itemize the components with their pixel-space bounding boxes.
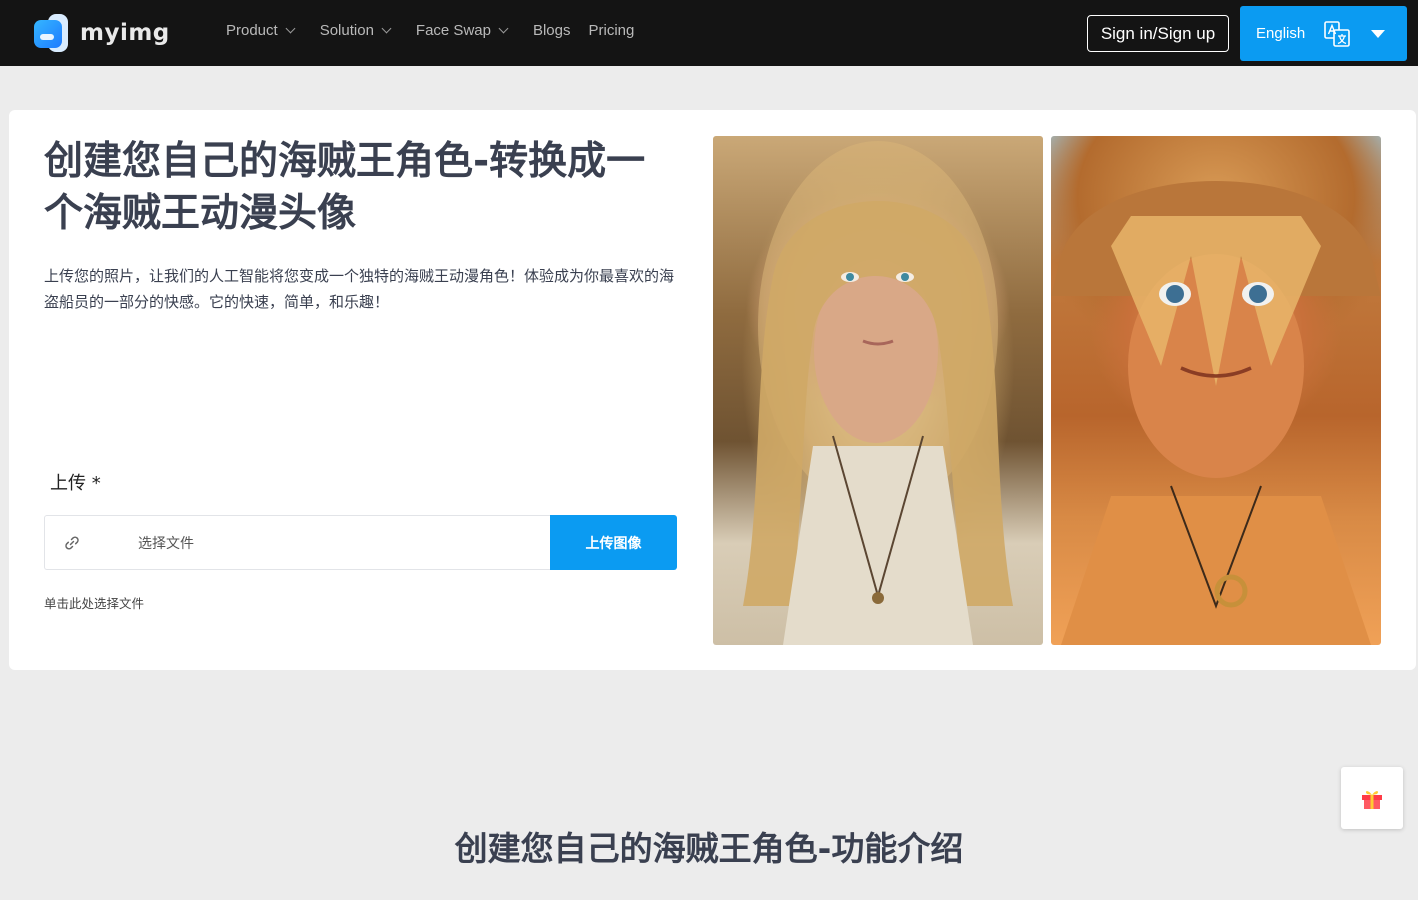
original-photo-illustration [743,141,1013,645]
logo-icon [34,14,70,52]
brand-name: myimg [80,20,170,46]
features-title: 创建您自己的海贼王角色-功能介绍 [454,829,964,868]
chevron-down-icon [381,23,392,34]
hero-description: 上传您的照片，让我们的人工智能将您变成一个独特的海贼王动漫角色！体验成为你最喜欢… [44,267,675,311]
anime-result-photo [1051,136,1381,645]
upload-hint: 单击此处选择文件 [44,596,145,611]
nav-label: Face Swap [415,22,491,39]
language-label: English [1256,25,1306,42]
brand-logo[interactable]: myimg [34,14,170,52]
upload-row: 选择文件 上传图像 [44,515,677,570]
chevron-down-icon [285,23,296,34]
nav-label: Blogs [532,22,571,39]
chevron-down-icon [498,23,509,34]
nav-item-face-swap[interactable]: Face Swap [415,22,509,39]
hero-title: 创建您自己的海贼王角色-转换成一个海贼王动漫头像 [44,139,646,236]
nav-item-blogs[interactable]: Blogs [533,22,571,39]
language-selector[interactable]: English [1240,6,1407,61]
translate-icon [1324,20,1351,47]
floating-gift-button[interactable] [1341,767,1403,829]
nav-item-pricing[interactable]: Pricing [589,22,635,39]
caret-down-icon [1371,29,1386,38]
gift-icon [1362,791,1382,809]
hero-card: 创建您自己的海贼王角色-转换成一个海贼王动漫头像 上传您的照片，让我们的人工智能… [9,110,1416,670]
upload-image-button[interactable]: 上传图像 [550,515,677,570]
nav-label: Pricing [588,22,635,39]
sign-in-button[interactable]: Sign in/Sign up [1087,15,1229,52]
top-navigation-bar: myimg Product Solution Face Swap Blogs P… [0,0,1418,66]
link-icon [65,535,79,550]
main-nav: Product Solution Face Swap Blogs Pricing [226,22,652,39]
file-placeholder: 选择文件 [138,535,194,552]
original-photo [713,136,1043,645]
upload-label: 上传 * [50,473,101,494]
nav-item-solution[interactable]: Solution [319,22,392,39]
nav-item-product[interactable]: Product [226,22,296,39]
file-chooser[interactable]: 选择文件 [44,515,550,570]
nav-label: Product [226,22,278,39]
nav-label: Solution [319,22,374,39]
anime-result-illustration [1051,181,1381,645]
